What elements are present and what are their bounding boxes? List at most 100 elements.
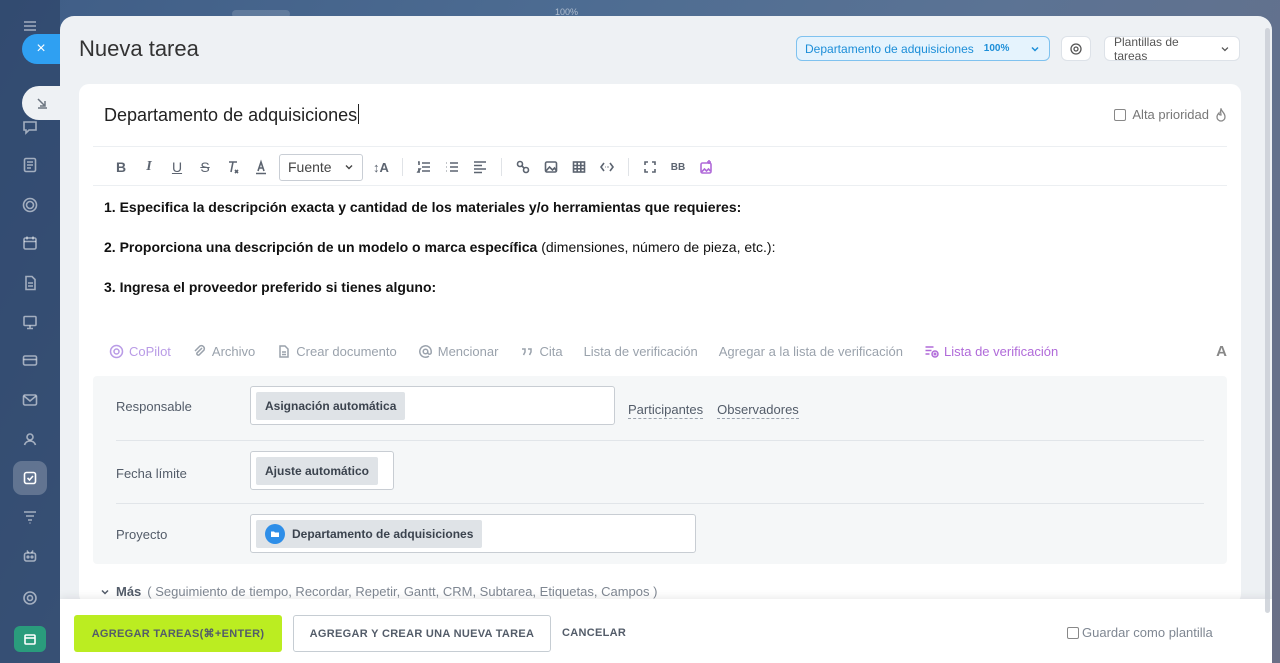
toolbar-divider <box>93 185 1227 186</box>
group-selector[interactable]: Departamento de adquisiciones 100% <box>796 36 1050 61</box>
clear-format-icon[interactable] <box>219 153 247 181</box>
save-template-checkbox[interactable] <box>1067 626 1079 639</box>
close-slider-button[interactable]: × <box>22 34 60 64</box>
task-description[interactable]: 1. Especifica la descripción exacta y ca… <box>104 198 775 318</box>
fire-icon <box>1216 107 1226 122</box>
editor-actions: CoPilot Archivo Crear documento Menciona… <box>109 343 1227 360</box>
create-document-button[interactable]: Crear documento <box>276 344 397 359</box>
high-priority-toggle[interactable]: Alta prioridad <box>1114 107 1227 122</box>
title-divider <box>93 146 1227 147</box>
add-task-button[interactable]: AGREGAR TAREAS(⌘+ENTER) <box>74 615 282 652</box>
underline-button[interactable]: U <box>163 153 191 181</box>
description-line-2-rest: (dimensiones, número de pieza, etc.): <box>537 239 776 255</box>
create-document-label: Crear documento <box>296 344 397 359</box>
responsible-chip[interactable]: Asignación automática <box>256 391 406 420</box>
description-line-3: 3. Ingresa el proveedor preferido si tie… <box>104 279 437 295</box>
quote-icon <box>522 348 533 356</box>
row-divider <box>116 503 1204 504</box>
project-chip[interactable]: Departamento de adquisiciones <box>256 519 483 548</box>
table-icon[interactable] <box>565 153 593 181</box>
mention-button[interactable]: Mencionar <box>418 344 498 359</box>
scrollbar[interactable] <box>1265 28 1270 613</box>
robot-icon[interactable] <box>18 544 42 568</box>
fullscreen-icon[interactable] <box>636 153 664 181</box>
add-to-checklist-label: Agregar a la lista de verificación <box>718 344 903 359</box>
observers-link[interactable]: Observadores <box>717 402 799 419</box>
mail-icon[interactable] <box>18 388 42 412</box>
bold-button[interactable]: B <box>107 153 135 181</box>
project-field[interactable]: Departamento de adquisiciones <box>250 514 696 553</box>
save-as-template-toggle[interactable]: Guardar como plantilla <box>1067 625 1213 640</box>
task-templates-button[interactable]: Plantillas de tareas <box>1104 34 1240 63</box>
task-form-card: Departamento de adquisiciones Alta prior… <box>79 84 1241 604</box>
quote-label: Cita <box>539 344 563 359</box>
copilot-label: CoPilot <box>129 344 171 359</box>
responsible-field[interactable]: Asignación automática <box>250 386 615 425</box>
numbered-list-icon[interactable] <box>410 153 438 181</box>
project-row: Proyecto Departamento de adquisiciones <box>116 514 1204 554</box>
contacts-icon[interactable] <box>18 427 42 451</box>
font-select[interactable]: Fuente <box>279 153 363 181</box>
gear-icon <box>1070 42 1082 55</box>
more-label: Más <box>116 584 142 599</box>
bbcode-button[interactable]: BB <box>664 153 692 181</box>
deadline-row: Fecha límite Ajuste automático <box>116 451 1204 491</box>
target-icon[interactable] <box>18 193 42 217</box>
high-priority-checkbox[interactable] <box>1114 108 1127 121</box>
minimize-tab-icon[interactable] <box>22 86 62 120</box>
checklist-button[interactable]: Lista de verificación <box>584 344 698 359</box>
add-to-checklist-button[interactable]: Agregar a la lista de verificación <box>719 344 903 359</box>
strikethrough-button[interactable]: S <box>191 153 219 181</box>
quote-button[interactable]: Cita <box>519 344 563 359</box>
chevron-down-icon <box>345 165 353 170</box>
image-icon[interactable] <box>537 153 565 181</box>
store-icon[interactable] <box>14 626 46 652</box>
card-icon[interactable] <box>18 348 42 372</box>
participants-link[interactable]: Participantes <box>628 402 704 419</box>
attach-file-button[interactable]: Archivo <box>192 344 255 359</box>
cancel-button[interactable]: CANCELAR <box>562 627 626 639</box>
text-color-icon[interactable] <box>247 153 275 181</box>
deadline-chip[interactable]: Ajuste automático <box>256 456 379 485</box>
task-title-input[interactable]: Departamento de adquisiciones <box>104 104 360 126</box>
document-icon[interactable] <box>18 271 42 295</box>
responsible-row: Responsable Asignación automática Partic… <box>116 386 1204 426</box>
settings-icon[interactable] <box>18 586 42 610</box>
ai-image-icon[interactable] <box>692 153 720 181</box>
new-checklist-button[interactable]: Lista de verificación <box>924 344 1058 359</box>
chevron-down-icon <box>1031 46 1039 52</box>
toolbar-separator <box>501 158 502 176</box>
group-percent: 100% <box>983 43 1010 54</box>
row-divider <box>116 440 1204 441</box>
editor-toolbar: B I U S Fuente ↕A BB <box>107 152 720 182</box>
funnel-icon[interactable] <box>18 505 42 529</box>
link-icon[interactable] <box>509 153 537 181</box>
add-and-create-button[interactable]: AGREGAR Y CREAR UNA NUEVA TAREA <box>293 615 551 652</box>
checklist-add-icon <box>925 346 939 358</box>
deadline-field[interactable]: Ajuste automático <box>250 451 394 490</box>
copilot-icon <box>109 344 124 359</box>
italic-button[interactable]: I <box>135 153 163 181</box>
font-size-button[interactable]: ↕A <box>367 153 395 181</box>
deadline-label: Fecha límite <box>116 466 187 481</box>
tasks-icon[interactable] <box>13 461 47 495</box>
new-task-panel: Nueva tarea Departamento de adquisicione… <box>60 16 1272 663</box>
code-icon[interactable] <box>593 153 621 181</box>
description-line-1: 1. Especifica la descripción exacta y ca… <box>104 199 742 215</box>
more-items: ( Seguimiento de tiempo, Recordar, Repet… <box>147 584 658 599</box>
presentation-icon[interactable] <box>18 310 42 334</box>
description-line-2-bold: 2. Proporciona una descripción de un mod… <box>104 239 538 255</box>
paperclip-icon <box>194 344 205 356</box>
high-priority-label: Alta prioridad <box>1132 107 1209 122</box>
calendar-icon[interactable] <box>18 231 42 255</box>
more-options-toggle[interactable]: Más ( Seguimiento de tiempo, Recordar, R… <box>100 584 657 599</box>
bulleted-list-icon[interactable] <box>438 153 466 181</box>
align-icon[interactable] <box>466 153 494 181</box>
project-value: Departamento de adquisiciones <box>292 526 474 541</box>
text-format-button[interactable]: A <box>1216 343 1227 360</box>
task-templates-label: Plantillas de tareas <box>1114 34 1179 63</box>
page-title: Nueva tarea <box>79 36 199 61</box>
form-settings-button[interactable] <box>1061 36 1091 61</box>
copilot-button[interactable]: CoPilot <box>109 344 171 359</box>
feed-icon[interactable] <box>18 153 42 177</box>
